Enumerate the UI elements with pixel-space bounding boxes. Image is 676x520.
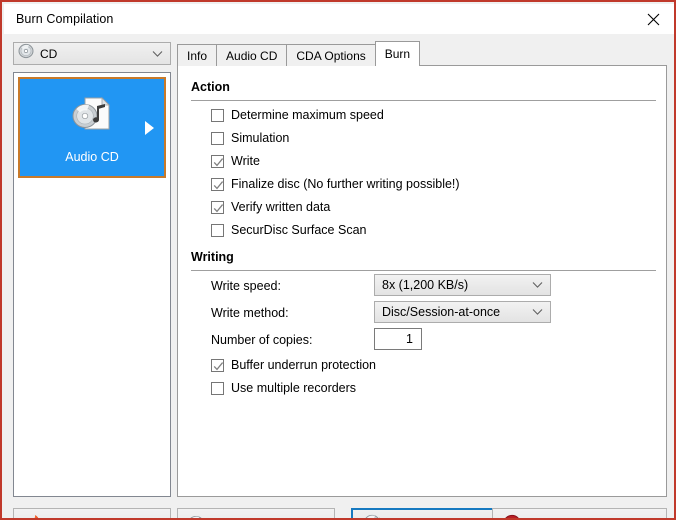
action-group-title: Action	[191, 80, 230, 94]
checkbox-write[interactable]: Write	[211, 154, 260, 168]
tab-burn[interactable]: Burn	[375, 41, 420, 66]
checkbox-buffer-underrun-protection[interactable]: Buffer underrun protection	[211, 358, 376, 372]
checkbox-label: Determine maximum speed	[231, 108, 384, 122]
tab-info-label: Info	[187, 49, 207, 63]
checkbox-simulation[interactable]: Simulation	[211, 131, 289, 145]
action-group-divider	[191, 100, 656, 101]
checkbox-box	[211, 224, 224, 237]
checkbox-box	[211, 359, 224, 372]
checkbox-determine-maximum-speed[interactable]: Determine maximum speed	[211, 108, 384, 122]
tab-info[interactable]: Info	[177, 44, 217, 66]
check-icon	[213, 157, 224, 168]
checkbox-label: Verify written data	[231, 200, 330, 214]
check-icon	[213, 361, 224, 372]
write-method-select[interactable]: Disc/Session-at-once	[374, 301, 551, 323]
compilation-tile-audio-cd[interactable]: Audio CD	[18, 77, 166, 178]
tab-cda-options-label: CDA Options	[296, 49, 365, 63]
device-combobox[interactable]: CD	[13, 42, 171, 65]
check-icon	[213, 203, 224, 214]
checkbox-securdisc-surface-scan[interactable]: SecurDisc Surface Scan	[211, 223, 366, 237]
close-icon	[647, 13, 660, 26]
close-button[interactable]	[631, 4, 676, 34]
cd-disc-icon	[18, 43, 34, 64]
checkbox-use-multiple-recorders[interactable]: Use multiple recorders	[211, 381, 356, 395]
write-method-value: Disc/Session-at-once	[382, 305, 500, 319]
dialog-button-bar: Nero Express Disc Info	[4, 504, 676, 520]
check-icon	[213, 180, 224, 191]
checkbox-finalize-disc[interactable]: Finalize disc (No further writing possib…	[211, 177, 460, 191]
cancel-x-icon	[502, 514, 522, 520]
writing-group-title: Writing	[191, 250, 234, 264]
checkbox-box	[211, 132, 224, 145]
play-arrow-icon[interactable]	[144, 120, 155, 136]
disc-info-button[interactable]: Disc Info	[177, 508, 335, 520]
number-of-copies-value: 1	[406, 332, 413, 346]
dialog-body: CD Audi	[4, 34, 676, 520]
tab-area: Info Audio CD CDA Options Burn Action	[177, 42, 667, 497]
write-speed-value: 8x (1,200 KB/s)	[382, 278, 468, 292]
disc-info-icon	[187, 514, 207, 520]
checkbox-label: Write	[231, 154, 260, 168]
tab-cda-options[interactable]: CDA Options	[286, 44, 375, 66]
chevron-down-icon	[532, 309, 543, 316]
device-label: CD	[40, 47, 57, 61]
tab-strip: Info Audio CD CDA Options Burn	[177, 42, 419, 66]
nero-express-button[interactable]: Nero Express	[13, 508, 171, 520]
tab-panel-burn: Action Determine maximum speed Simulatio…	[177, 65, 667, 497]
tab-burn-label: Burn	[385, 47, 410, 61]
write-speed-select[interactable]: 8x (1,200 KB/s)	[374, 274, 551, 296]
checkbox-label: Finalize disc (No further writing possib…	[231, 177, 460, 191]
checkbox-box	[211, 109, 224, 122]
nero-express-flame-icon	[23, 514, 43, 520]
checkbox-label: Buffer underrun protection	[231, 358, 376, 372]
writing-group-divider	[191, 270, 656, 271]
compilation-list[interactable]: Audio CD	[13, 72, 171, 497]
tab-audio-cd-label: Audio CD	[226, 49, 277, 63]
checkbox-label: Use multiple recorders	[231, 381, 356, 395]
checkbox-box	[211, 178, 224, 191]
chevron-down-icon	[532, 282, 543, 289]
window-title: Burn Compilation	[4, 12, 113, 26]
checkbox-label: SecurDisc Surface Scan	[231, 223, 366, 237]
write-speed-label: Write speed:	[211, 279, 281, 293]
checkbox-box	[211, 382, 224, 395]
device-selector-area: CD	[13, 42, 171, 65]
checkbox-label: Simulation	[231, 131, 289, 145]
compilation-tile-label: Audio CD	[65, 150, 119, 164]
checkbox-verify-written-data[interactable]: Verify written data	[211, 200, 330, 214]
title-bar: Burn Compilation	[4, 4, 676, 34]
burn-compilation-window: Burn Compilation CD	[0, 0, 676, 520]
audio-cd-document-icon	[71, 96, 113, 141]
tab-audio-cd[interactable]: Audio CD	[216, 44, 287, 66]
number-of-copies-input[interactable]: 1	[374, 328, 422, 350]
chevron-down-icon	[152, 50, 163, 57]
burn-disc-flame-icon	[362, 514, 383, 520]
number-of-copies-label: Number of copies:	[211, 333, 312, 347]
checkbox-box	[211, 201, 224, 214]
checkbox-box	[211, 155, 224, 168]
write-method-label: Write method:	[211, 306, 289, 320]
cancel-button[interactable]: Cancel	[492, 508, 667, 520]
